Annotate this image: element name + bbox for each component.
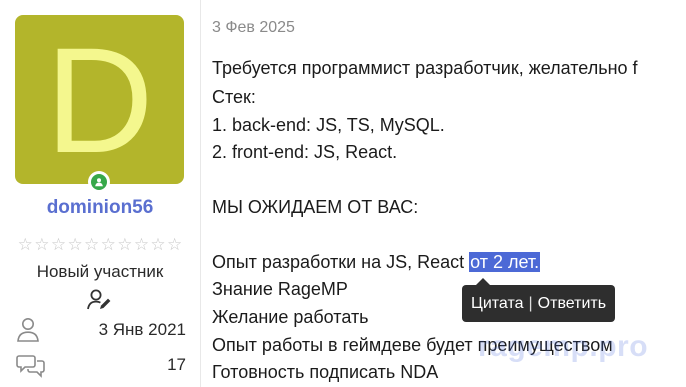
star-icon: ☆	[50, 235, 67, 254]
watermark: ragemp.pro	[478, 330, 649, 363]
star-icon: ☆	[133, 235, 150, 254]
star-icon: ☆	[67, 235, 83, 254]
star-icon: ☆	[34, 235, 50, 254]
username-link[interactable]: dominion56	[0, 197, 200, 219]
author-sidebar: D dominion56 ☆ ☆ ☆ ☆ ☆ ☆ ☆ ☆ ☆ ☆ Новый у…	[0, 0, 200, 387]
tooltip-separator: |	[528, 294, 533, 312]
post-line-text: Опыт разработки на JS, React	[212, 252, 470, 272]
user-edit-icon	[87, 289, 111, 310]
reply-button[interactable]: Ответить	[538, 295, 606, 313]
post-line: Опыт разработки на JS, React от 2 лет.	[212, 252, 541, 273]
selected-text: от 2 лет.	[469, 252, 541, 272]
star-icon: ☆	[100, 235, 116, 254]
post-line: Знание RageMP	[212, 279, 348, 299]
star-icon: ☆	[84, 235, 100, 254]
user-icon	[17, 318, 39, 342]
post-line: Желание работать	[212, 307, 369, 327]
divider	[200, 0, 201, 387]
messages-icon	[16, 355, 45, 378]
messages-count: 17	[167, 355, 186, 374]
post-date-link[interactable]: 3 Фев 2025	[212, 19, 295, 37]
avatar[interactable]: D	[15, 15, 184, 184]
post-line: 2. front-end: JS, React.	[212, 142, 398, 162]
rating-stars: ☆ ☆ ☆ ☆ ☆ ☆ ☆ ☆ ☆ ☆	[17, 236, 183, 253]
post-line: Готовность подписать NDA	[212, 362, 439, 382]
joined-date: 3 Янв 2021	[98, 320, 186, 339]
online-status-icon	[88, 171, 110, 193]
star-icon: ☆	[117, 235, 133, 254]
messages-row: 17	[16, 352, 186, 378]
post-line: Требуется программист разработчик, желат…	[212, 58, 638, 78]
user-rank: Новый участник	[36, 262, 164, 281]
post-body: 3 Фев 2025 Требуется программист разрабо…	[212, 0, 686, 387]
joined-row: 3 Янв 2021	[16, 317, 186, 343]
avatar-letter: D	[45, 15, 154, 184]
star-icon: ☆	[17, 235, 33, 254]
star-icon: ☆	[167, 235, 183, 254]
star-icon: ☆	[150, 235, 166, 254]
quote-button[interactable]: Цитата	[471, 295, 524, 313]
quote-tooltip: Цитата | Ответить	[462, 278, 616, 322]
post-line: 1. back-end: JS, TS, MySQL.	[212, 115, 445, 135]
post-line: Стек:	[212, 87, 256, 107]
post-line: МЫ ОЖИДАЕМ ОТ ВАС:	[212, 197, 419, 217]
